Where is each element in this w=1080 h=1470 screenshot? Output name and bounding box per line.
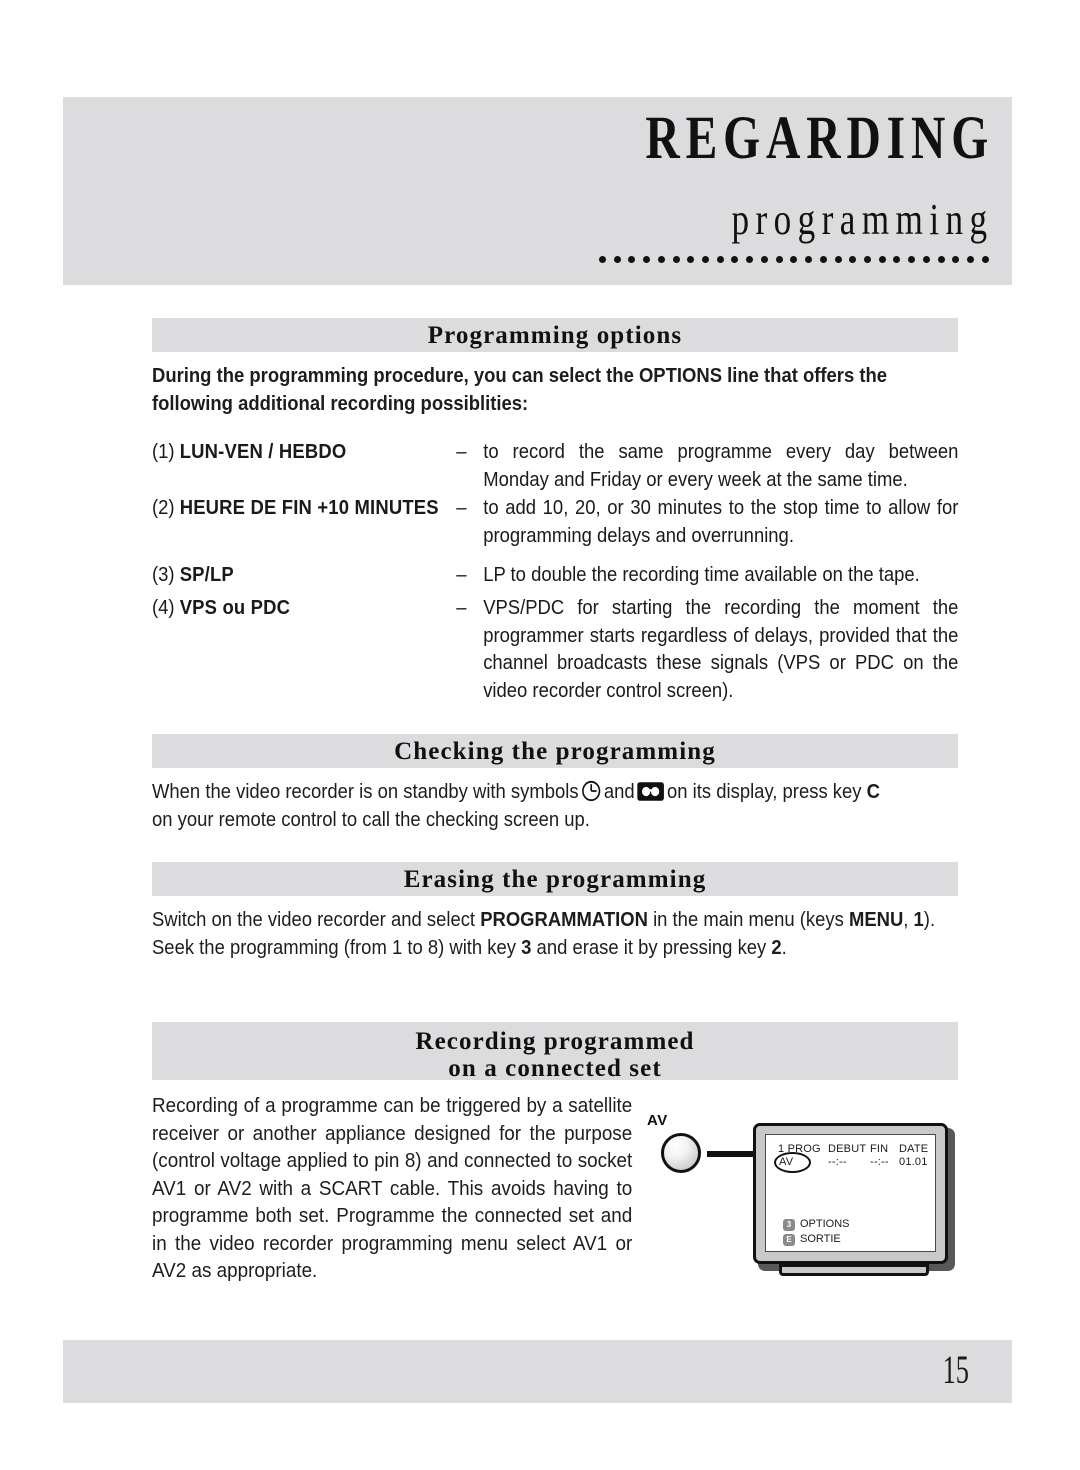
cassette-tape-icon xyxy=(637,781,665,801)
osd-value-prog: AV xyxy=(779,1156,794,1168)
tv-base xyxy=(779,1264,929,1276)
erasing-text-part1: Switch on the video recorder and select xyxy=(152,908,476,931)
erasing-bold-key-3: 3 xyxy=(521,935,532,959)
page-footer-bar: 15 xyxy=(63,1340,1012,1403)
osd-header-debut: DEBUT xyxy=(828,1143,867,1155)
option-label-3: SP/LP xyxy=(179,563,234,586)
av-source-knob-icon xyxy=(661,1133,701,1173)
osd-badge-options-icon: 3 xyxy=(783,1218,795,1231)
section-heading-erasing-the-programming: Erasing the programming xyxy=(152,862,958,896)
on-screen-display: 1 PROG DEBUT FIN DATE --:-- --:-- 01.01 … xyxy=(766,1135,937,1253)
page-header-banner: REGARDING programming xyxy=(63,97,1012,285)
option-term-1: (1) LUN-VEN / HEBDO xyxy=(152,438,346,466)
section-heading-recording-line1: Recording programmed xyxy=(415,1028,695,1055)
tv-screen: 1 PROG DEBUT FIN DATE --:-- --:-- 01.01 … xyxy=(765,1134,936,1252)
option-term-4: (4) VPS ou PDC xyxy=(152,594,290,622)
erasing-text-part2: in the main menu (keys xyxy=(653,908,844,931)
option-number-4: (4) xyxy=(152,596,175,619)
erasing-bold-key-1: 1 xyxy=(913,908,924,931)
option-number-3: (3) xyxy=(152,563,175,586)
section-heading-recording-programmed: Recording programmed on a connected set xyxy=(152,1022,958,1082)
television-illustration: 1 PROG DEBUT FIN DATE --:-- --:-- 01.01 … xyxy=(753,1123,955,1276)
checking-key: C xyxy=(866,780,880,803)
checking-text-part2: and xyxy=(603,780,635,803)
programming-options-intro: During the programming procedure, you ca… xyxy=(152,364,888,415)
osd-menu-item-options[interactable]: 3 OPTIONS xyxy=(783,1217,850,1232)
section-heading-checking-the-programming: Checking the programming xyxy=(152,734,958,768)
osd-menu-item-sortie[interactable]: E SORTIE xyxy=(783,1232,850,1247)
checking-text-part3: on its display, press key xyxy=(667,780,862,803)
option-dash-1: – xyxy=(456,440,467,463)
osd-header-fin: FIN xyxy=(870,1143,889,1155)
decorative-dot-row xyxy=(599,252,989,266)
connected-set-diagram: AV 1 PROG DEBUT FIN DATE --:-- --:-- 01.… xyxy=(645,1112,970,1287)
option-term-3: (3) SP/LP xyxy=(152,561,234,589)
option-description-3: LP to double the recording time availabl… xyxy=(483,563,920,586)
av-source-label: AV xyxy=(647,1112,668,1129)
option-description-4: VPS/PDC for starting the recording the m… xyxy=(483,596,959,702)
tv-body: 1 PROG DEBUT FIN DATE --:-- --:-- 01.01 … xyxy=(753,1123,948,1264)
option-term-2: (2) HEURE DE FIN +10 MINUTES xyxy=(152,494,439,522)
erasing-text-part6: . xyxy=(781,935,787,959)
osd-value-fin: --:-- xyxy=(870,1156,889,1168)
section-heading-recording-line2: on a connected set xyxy=(448,1055,662,1082)
option-dash-4: – xyxy=(456,596,467,619)
section-heading-programming-options: Programming options xyxy=(152,318,958,352)
erasing-text-part3: , xyxy=(903,908,909,931)
osd-menu-label-options: OPTIONS xyxy=(800,1218,850,1230)
osd-value-date: 01.01 xyxy=(899,1156,928,1168)
clock-icon xyxy=(581,780,601,802)
erasing-bold-key-2: 2 xyxy=(771,935,782,959)
recording-programmed-paragraph: Recording of a programme can be triggere… xyxy=(152,1094,633,1282)
option-label-4: VPS ou PDC xyxy=(179,596,291,619)
osd-value-debut: --:-- xyxy=(828,1156,847,1168)
option-number-2: (2) xyxy=(152,496,175,519)
erasing-text-part5: and erase it by pressing key xyxy=(536,935,767,959)
option-label-2: HEURE DE FIN +10 MINUTES xyxy=(179,496,439,519)
osd-header-date: DATE xyxy=(899,1143,929,1155)
osd-badge-sortie-icon: E xyxy=(783,1233,795,1246)
erasing-bold-programmation: PROGRAMMATION xyxy=(480,908,648,931)
osd-menu-list: 3 OPTIONS E SORTIE xyxy=(783,1217,850,1247)
erasing-paragraph: Switch on the video recorder and select … xyxy=(152,906,962,961)
page-header-title: REGARDING xyxy=(645,105,994,172)
option-dash-3: – xyxy=(456,563,467,586)
checking-paragraph: When the video recorder is on standby wi… xyxy=(152,778,962,833)
osd-menu-label-sortie: SORTIE xyxy=(800,1233,841,1245)
erasing-bold-menu: MENU xyxy=(848,908,904,931)
option-number-1: (1) xyxy=(152,440,175,463)
checking-text-part1: When the video recorder is on standby wi… xyxy=(152,780,579,803)
option-dash-2: – xyxy=(456,496,467,519)
checking-text-part4: on your remote control to call the check… xyxy=(152,807,590,831)
option-description-2: to add 10, 20, or 30 minutes to the stop… xyxy=(483,496,959,547)
option-description-1: to record the same programme every day b… xyxy=(483,440,959,491)
page-header-subtitle: programming xyxy=(731,195,994,244)
page-number: 15 xyxy=(942,1347,969,1392)
option-label-1: LUN-VEN / HEBDO xyxy=(179,440,347,463)
